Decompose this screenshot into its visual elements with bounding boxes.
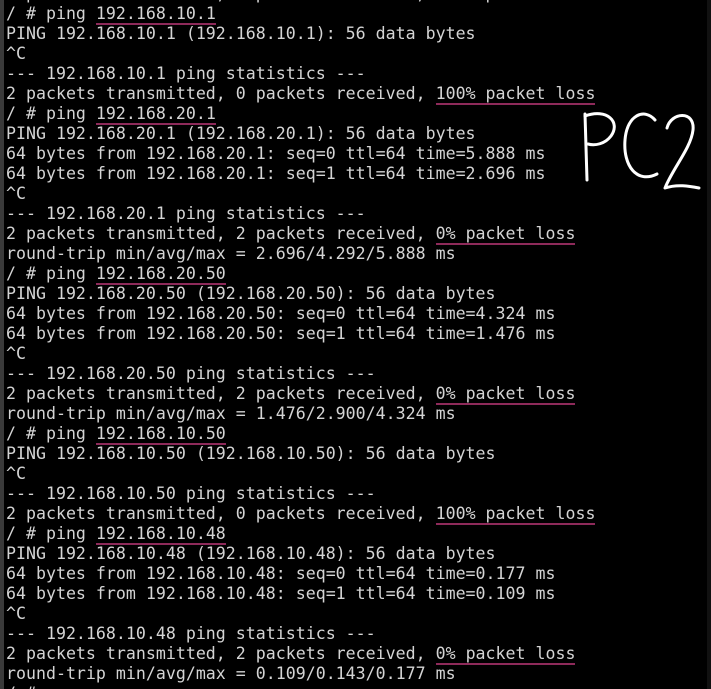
underlined-text: 100% packet loss [435, 84, 596, 105]
terminal-output[interactable]: 2 packets transmitted, 0 packets receive… [6, 0, 596, 689]
terminal-text: / # ping [6, 104, 96, 123]
terminal-line: 2 packets transmitted, 2 packets receive… [6, 384, 595, 405]
terminal-text: / # ping [6, 424, 96, 443]
terminal-text: PING 192.168.20.50 (192.168.20.50): 56 d… [6, 284, 496, 303]
terminal-line: / # ping 192.168.10.50 [6, 424, 595, 445]
terminal-line: 2 packets transmitted, 2 packets receive… [6, 224, 595, 245]
terminal-text: round-trip min/avg/max = 1.476/2.900/4.3… [6, 404, 456, 423]
handwritten-annotation [575, 102, 705, 202]
terminal-text: 64 bytes from 192.168.20.1: seq=1 ttl=64… [6, 164, 546, 183]
terminal-line: 2 packets transmitted, 2 packets receive… [6, 644, 595, 665]
underlined-text: 192.168.20.1 [95, 104, 216, 125]
terminal-text: 2 packets transmitted, 2 packets receive… [6, 644, 436, 663]
underlined-text: 100% packet loss [435, 504, 596, 525]
terminal-line: PING 192.168.10.48 (192.168.10.48): 56 d… [6, 544, 595, 564]
terminal-text: PING 192.168.10.48 (192.168.10.48): 56 d… [6, 544, 496, 563]
terminal-text: PING 192.168.20.1 (192.168.20.1): 56 dat… [6, 124, 476, 143]
terminal-line: --- 192.168.20.1 ping statistics --- [6, 204, 595, 224]
terminal-text: ^C [6, 604, 26, 623]
terminal-line: / # ping 192.168.20.1 [6, 104, 595, 125]
terminal-text: ^C [6, 184, 26, 203]
underlined-text: 192.168.10.48 [95, 524, 226, 545]
window-right-border [707, 0, 711, 689]
terminal-line: --- 192.168.20.50 ping statistics --- [6, 364, 595, 384]
terminal-line: 2 packets transmitted, 0 packets receive… [6, 504, 596, 525]
terminal-text: PING 192.168.10.50 (192.168.10.50): 56 d… [6, 444, 496, 463]
terminal-line: 64 bytes from 192.168.10.48: seq=0 ttl=6… [6, 564, 595, 584]
terminal-line: / # ping 192.168.20.50 [6, 264, 595, 285]
terminal-text: / # ping [6, 524, 96, 543]
terminal-text: ^C [6, 344, 26, 363]
terminal-line: 64 bytes from 192.168.10.48: seq=1 ttl=6… [6, 584, 595, 604]
terminal-text: ^C [6, 44, 26, 63]
terminal-text: / # [6, 684, 36, 689]
terminal-text: 64 bytes from 192.168.10.48: seq=1 ttl=6… [6, 584, 556, 603]
terminal-line: round-trip min/avg/max = 1.476/2.900/4.3… [6, 404, 595, 424]
terminal-line: / # [6, 684, 595, 689]
terminal-line: 64 bytes from 192.168.20.1: seq=1 ttl=64… [6, 164, 595, 184]
terminal-text: --- 192.168.10.50 ping statistics --- [6, 484, 376, 503]
terminal-line: PING 192.168.20.1 (192.168.20.1): 56 dat… [6, 124, 595, 144]
terminal-text: / # ping [6, 4, 96, 23]
underlined-text: 0% packet loss [435, 224, 576, 245]
underlined-text: 0% packet loss [435, 384, 576, 405]
underlined-text: 192.168.10.50 [95, 424, 226, 445]
terminal-text: 64 bytes from 192.168.20.1: seq=0 ttl=64… [6, 144, 546, 163]
terminal-text: PING 192.168.10.1 (192.168.10.1): 56 dat… [6, 24, 476, 43]
terminal-text: 64 bytes from 192.168.10.48: seq=0 ttl=6… [6, 564, 556, 583]
terminal-line: --- 192.168.10.1 ping statistics --- [6, 64, 595, 84]
window-left-border [0, 0, 4, 689]
underlined-text: 192.168.10.1 [95, 4, 216, 25]
terminal-text: --- 192.168.20.50 ping statistics --- [6, 364, 376, 383]
handwritten-pc2-drawing [583, 112, 701, 190]
terminal-line: --- 192.168.10.50 ping statistics --- [6, 484, 595, 504]
terminal-line: ^C [6, 344, 595, 364]
underlined-text: 0% packet loss [435, 644, 576, 665]
terminal-text: 64 bytes from 192.168.20.50: seq=0 ttl=6… [6, 304, 556, 323]
terminal-line: ^C [6, 44, 595, 64]
terminal-text: 2 packets transmitted, 0 packets receive… [6, 0, 595, 3]
terminal-text: ^C [6, 464, 26, 483]
terminal-text: 2 packets transmitted, 2 packets receive… [6, 224, 436, 243]
terminal-line: / # ping 192.168.10.1 [6, 4, 595, 25]
terminal-text: / # ping [6, 264, 96, 283]
terminal-line: ^C [6, 464, 595, 484]
terminal-text: --- 192.168.10.1 ping statistics --- [6, 64, 366, 83]
terminal-line: ^C [6, 184, 595, 204]
terminal-line: round-trip min/avg/max = 0.109/0.143/0.1… [6, 664, 595, 684]
terminal-screen[interactable]: 2 packets transmitted, 0 packets receive… [0, 0, 711, 689]
terminal-line: --- 192.168.10.48 ping statistics --- [6, 624, 595, 644]
terminal-text: round-trip min/avg/max = 0.109/0.143/0.1… [6, 664, 456, 683]
terminal-text: 2 packets transmitted, 2 packets receive… [6, 384, 436, 403]
terminal-line: PING 192.168.20.50 (192.168.20.50): 56 d… [6, 284, 595, 304]
terminal-line: 64 bytes from 192.168.20.50: seq=0 ttl=6… [6, 304, 595, 324]
terminal-line: PING 192.168.10.1 (192.168.10.1): 56 dat… [6, 24, 595, 44]
terminal-text: --- 192.168.10.48 ping statistics --- [6, 624, 376, 643]
terminal-line: ^C [6, 604, 595, 624]
terminal-text: 2 packets transmitted, 0 packets receive… [6, 84, 436, 103]
terminal-text: 2 packets transmitted, 0 packets receive… [6, 504, 436, 523]
terminal-text: 64 bytes from 192.168.20.50: seq=1 ttl=6… [6, 324, 556, 343]
terminal-text: round-trip min/avg/max = 2.696/4.292/5.8… [6, 244, 456, 263]
terminal-line: / # ping 192.168.10.48 [6, 524, 595, 545]
terminal-line: 2 packets transmitted, 0 packets receive… [6, 84, 596, 105]
terminal-text: --- 192.168.20.1 ping statistics --- [6, 204, 366, 223]
terminal-line: 64 bytes from 192.168.20.50: seq=1 ttl=6… [6, 324, 595, 344]
underlined-text: 192.168.20.50 [95, 264, 226, 285]
terminal-line: PING 192.168.10.50 (192.168.10.50): 56 d… [6, 444, 595, 464]
terminal-line: round-trip min/avg/max = 2.696/4.292/5.8… [6, 244, 595, 264]
terminal-line: 64 bytes from 192.168.20.1: seq=0 ttl=64… [6, 144, 595, 164]
